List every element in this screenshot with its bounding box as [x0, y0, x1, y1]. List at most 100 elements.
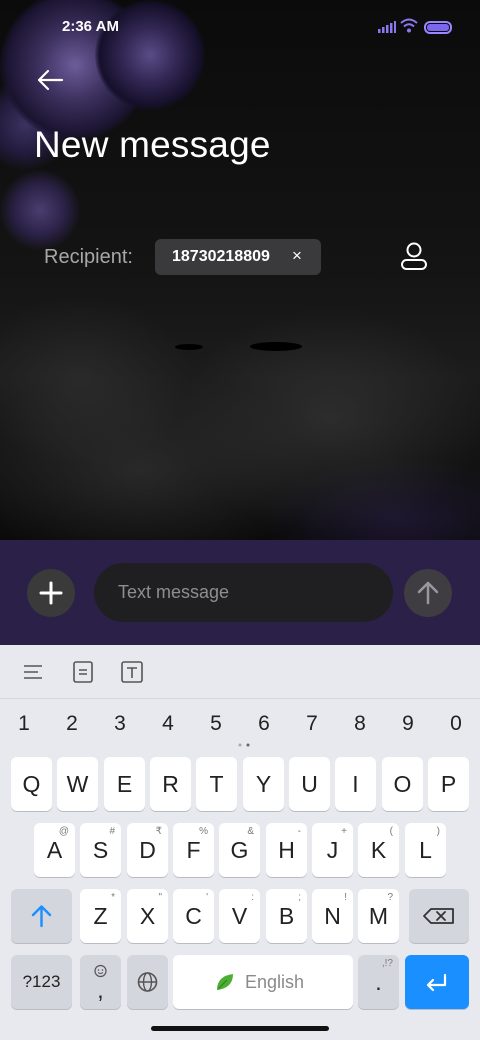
key-number[interactable]: 1: [12, 712, 36, 736]
key-letter[interactable]: # S: [80, 823, 121, 877]
key-letter[interactable]: Y: [243, 757, 284, 811]
key-label: W: [66, 771, 89, 797]
contact-icon[interactable]: [399, 240, 429, 274]
page-title: New message: [34, 124, 271, 165]
key-letter[interactable]: % F: [173, 823, 214, 877]
key-label: K: [370, 837, 387, 863]
enter-key[interactable]: [405, 955, 469, 1009]
symbols-key[interactable]: ?123: [11, 955, 72, 1009]
key-number[interactable]: 9: [396, 712, 420, 736]
key-label: F: [186, 837, 201, 863]
key-letter[interactable]: ! N: [312, 889, 353, 943]
message-input[interactable]: [118, 563, 378, 622]
key-alt-label: :: [251, 892, 254, 903]
key-letter[interactable]: ) L: [405, 823, 446, 877]
key-label: Y: [255, 771, 272, 797]
key-letter[interactable]: (K: [358, 823, 399, 877]
key-letter[interactable]: ? M: [358, 889, 399, 943]
message-field-container[interactable]: [94, 563, 393, 622]
emoji-comma-key[interactable]: ,: [80, 955, 121, 1009]
menu-lines-icon[interactable]: [22, 660, 46, 684]
key-letter[interactable]: + J: [312, 823, 353, 877]
backspace-icon: [423, 908, 454, 924]
key-letter[interactable]: ; B: [266, 889, 307, 943]
key-label: H: [278, 837, 295, 863]
key-number[interactable]: 3: [108, 712, 132, 736]
key-label: J: [326, 837, 339, 863]
space-label: English: [245, 972, 305, 992]
key-letter[interactable]: U: [289, 757, 330, 811]
recipient-number: 18730218809: [172, 248, 270, 265]
key-letter[interactable]: ' C: [173, 889, 214, 943]
key-label: .: [375, 969, 382, 995]
key-alt-label: !: [344, 892, 347, 903]
clipboard-icon[interactable]: [71, 660, 95, 684]
period-key[interactable]: ,!? .: [358, 955, 399, 1009]
status-time: 2:36 AM: [62, 18, 119, 35]
home-indicator: [151, 1026, 329, 1031]
page-dots-indicator: [238, 743, 250, 747]
key-alt-label: +: [341, 826, 347, 837]
key-letter[interactable]: T: [196, 757, 237, 811]
key-letter[interactable]: W: [57, 757, 98, 811]
key-alt-label: ": [158, 892, 162, 903]
key-letter[interactable]: " X: [127, 889, 168, 943]
text-format-icon[interactable]: [120, 660, 144, 684]
key-letter[interactable]: & G: [219, 823, 260, 877]
key-number[interactable]: 7: [300, 712, 324, 736]
shift-arrow-icon: [31, 905, 52, 928]
send-button[interactable]: [404, 569, 452, 617]
key-label: A: [46, 837, 63, 863]
key-alt-label: &: [247, 826, 254, 837]
key-letter[interactable]: * Z: [80, 889, 121, 943]
key-label: R: [162, 771, 179, 797]
key-label: Q: [22, 771, 41, 797]
key-alt-label: -: [297, 826, 301, 837]
key-letter[interactable]: Q: [11, 757, 52, 811]
key-alt-label: ;: [298, 892, 301, 903]
key-label: D: [139, 837, 156, 863]
key-letter[interactable]: :V: [219, 889, 260, 943]
battery-icon: [424, 21, 452, 34]
key-alt-label: #: [109, 826, 115, 837]
signal-icon: [378, 21, 396, 33]
key-letter[interactable]: ₹ D: [127, 823, 168, 877]
key-number[interactable]: 0: [444, 712, 468, 736]
key-letter[interactable]: R: [150, 757, 191, 811]
key-letter[interactable]: @ A: [34, 823, 75, 877]
back-arrow-icon[interactable]: [34, 64, 66, 96]
key-letter[interactable]: I: [335, 757, 376, 811]
key-label: I: [352, 771, 359, 797]
key-alt-label: *: [111, 892, 115, 903]
backspace-key[interactable]: [409, 889, 469, 943]
key-letter[interactable]: -H: [266, 823, 307, 877]
shift-key[interactable]: [11, 889, 72, 943]
ink-streak: [175, 344, 203, 350]
key-number[interactable]: 4: [156, 712, 180, 736]
key-label: ,: [97, 977, 104, 1003]
key-number[interactable]: 2: [60, 712, 84, 736]
key-label: X: [139, 903, 156, 929]
key-number[interactable]: 6: [252, 712, 276, 736]
key-label: V: [231, 903, 248, 929]
key-letter[interactable]: E: [104, 757, 145, 811]
remove-recipient-button[interactable]: ×: [292, 246, 302, 266]
key-label: L: [419, 837, 432, 863]
leaf-icon: [217, 974, 233, 990]
recipient-chip[interactable]: 18730218809 ×: [155, 239, 321, 275]
send-arrow-icon: [417, 581, 439, 605]
attach-button[interactable]: [27, 569, 75, 617]
globe-icon: [137, 972, 158, 992]
plus-icon: [39, 581, 63, 605]
key-letter[interactable]: P: [428, 757, 469, 811]
key-alt-label: ): [436, 826, 440, 837]
space-key[interactable]: English: [173, 955, 353, 1009]
key-letter[interactable]: O: [382, 757, 423, 811]
key-alt-label: %: [199, 826, 208, 837]
language-key[interactable]: [127, 955, 168, 1009]
key-number[interactable]: 5: [204, 712, 228, 736]
key-label: N: [324, 903, 341, 929]
key-label: T: [209, 771, 224, 797]
key-label: S: [92, 837, 109, 863]
key-number[interactable]: 8: [348, 712, 372, 736]
